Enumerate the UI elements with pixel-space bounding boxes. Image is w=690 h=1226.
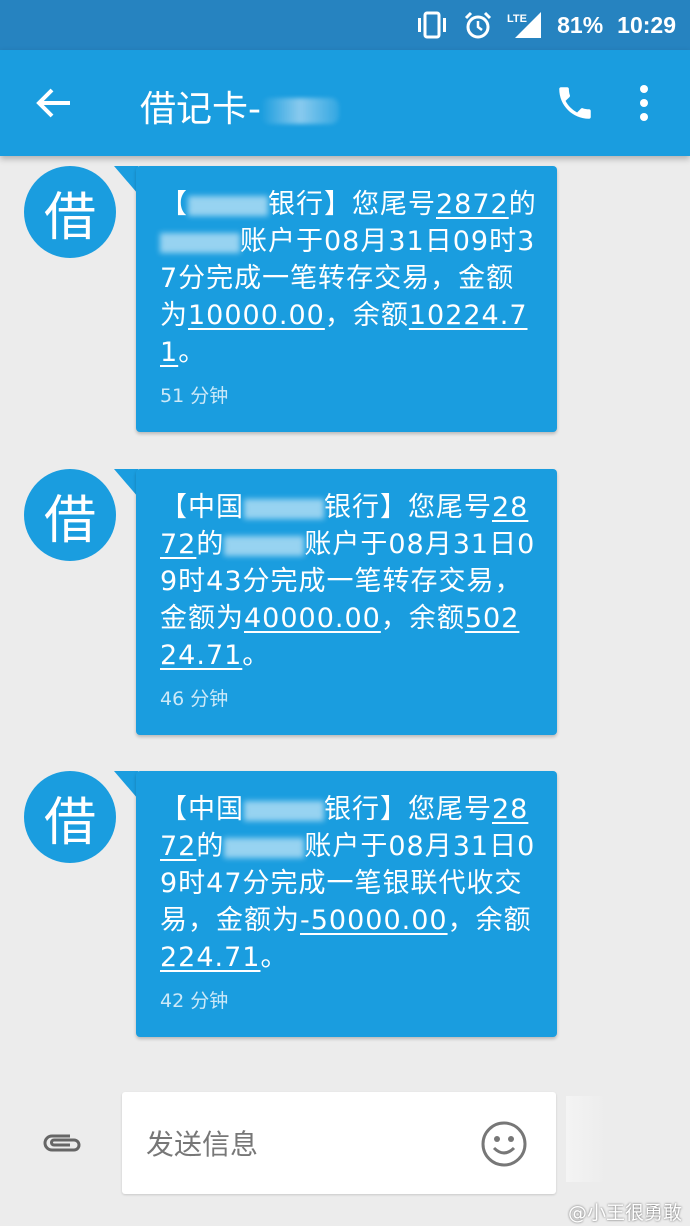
linked-number[interactable]: 224.71 bbox=[160, 942, 260, 973]
message-text: 【中国 银行】您尾号2872的 账户于08月31日09时47分完成一笔银联代收交易，… bbox=[160, 791, 537, 976]
status-icons: LTE 81% 10:29 bbox=[415, 0, 676, 50]
message-text-segment: 。 bbox=[260, 942, 289, 973]
message-text-segment: ，余额 bbox=[380, 603, 465, 634]
sender-avatar: 借 bbox=[24, 469, 116, 561]
message-bubble[interactable]: 【中国 银行】您尾号2872的 账户于08月31日09时47分完成一笔银联代收交易，… bbox=[136, 771, 557, 1037]
lte-signal-icon: LTE bbox=[507, 10, 543, 40]
phone-call-icon bbox=[559, 87, 591, 119]
message-bubble[interactable]: 【银行】您尾号2872的账户于08月31日09时37分完成一笔转存交易，金额为1… bbox=[136, 166, 557, 432]
message-time: 46 分钟 bbox=[160, 688, 229, 710]
linked-number[interactable]: -50000.00 bbox=[300, 905, 448, 936]
send-area bbox=[566, 1096, 606, 1182]
message-text: 【银行】您尾号2872的账户于08月31日09时37分完成一笔转存交易，金额为1… bbox=[160, 186, 537, 371]
attach-icon bbox=[43, 1134, 81, 1152]
redacted-name bbox=[261, 98, 339, 124]
conversation-title: 借记卡- bbox=[140, 80, 339, 132]
message-text: 【中国 银行】您尾号2872的 账户于08月31日09时43分完成一笔转存交易，金额… bbox=[160, 489, 537, 674]
sender-avatar: 借 bbox=[24, 771, 116, 863]
message-text-segment: 【中国 bbox=[160, 492, 244, 523]
message-text-segment: 银行】您尾号 bbox=[324, 794, 492, 825]
alarm-icon bbox=[463, 10, 493, 40]
bubble-tail bbox=[114, 166, 138, 194]
back-arrow-icon bbox=[36, 88, 70, 118]
bubble-tail bbox=[114, 771, 138, 799]
linked-number[interactable]: 40000.00 bbox=[244, 603, 381, 634]
back-button[interactable] bbox=[34, 86, 74, 120]
redacted-text bbox=[224, 535, 305, 556]
attach-button[interactable] bbox=[40, 1126, 84, 1160]
redacted-text bbox=[244, 498, 324, 519]
message-text-segment: ，余额 bbox=[447, 905, 532, 936]
message-text-segment: 银行】您尾号 bbox=[268, 189, 436, 220]
call-button[interactable] bbox=[554, 82, 596, 124]
message-text-segment: 的 bbox=[196, 831, 225, 862]
message-text-segment: 的 bbox=[196, 529, 225, 560]
message-text-segment: 【 bbox=[160, 189, 188, 220]
sender-avatar: 借 bbox=[24, 166, 116, 258]
message-time: 42 分钟 bbox=[160, 990, 229, 1012]
bubble-tail bbox=[114, 469, 138, 497]
redacted-text bbox=[160, 232, 240, 253]
message-time: 51 分钟 bbox=[160, 385, 229, 407]
redacted-text bbox=[244, 800, 324, 821]
message-text-segment: 。 bbox=[242, 640, 271, 671]
emoji-button[interactable] bbox=[480, 1120, 528, 1168]
linked-number[interactable]: 10000.00 bbox=[188, 300, 325, 331]
clock-time: 10:29 bbox=[617, 11, 676, 38]
message-text-segment: 的 bbox=[508, 189, 537, 220]
compose-box bbox=[122, 1092, 556, 1194]
linked-number[interactable]: 2872 bbox=[436, 189, 509, 220]
redacted-text bbox=[224, 837, 305, 858]
app-bar: 借记卡- bbox=[0, 50, 690, 156]
more-options-button[interactable] bbox=[632, 80, 656, 126]
vibrate-icon bbox=[415, 11, 449, 39]
network-type: LTE bbox=[507, 13, 527, 25]
message-text-segment: 【中国 bbox=[160, 794, 244, 825]
more-vert-icon bbox=[640, 85, 648, 121]
message-text-segment: 银行】您尾号 bbox=[324, 492, 492, 523]
message-text-segment: 。 bbox=[178, 337, 207, 368]
battery-percent: 81% bbox=[557, 11, 604, 38]
redacted-text bbox=[188, 195, 268, 216]
message-bubble[interactable]: 【中国 银行】您尾号2872的 账户于08月31日09时43分完成一笔转存交易，金额… bbox=[136, 469, 557, 735]
status-bar: LTE 81% 10:29 bbox=[0, 0, 690, 50]
conversation-title-text: 借记卡- bbox=[140, 89, 261, 130]
watermark: @小王很勇敢 bbox=[567, 1202, 682, 1224]
emoji-icon bbox=[481, 1121, 527, 1167]
message-input[interactable] bbox=[144, 1118, 468, 1170]
message-text-segment: ，余额 bbox=[324, 300, 409, 331]
